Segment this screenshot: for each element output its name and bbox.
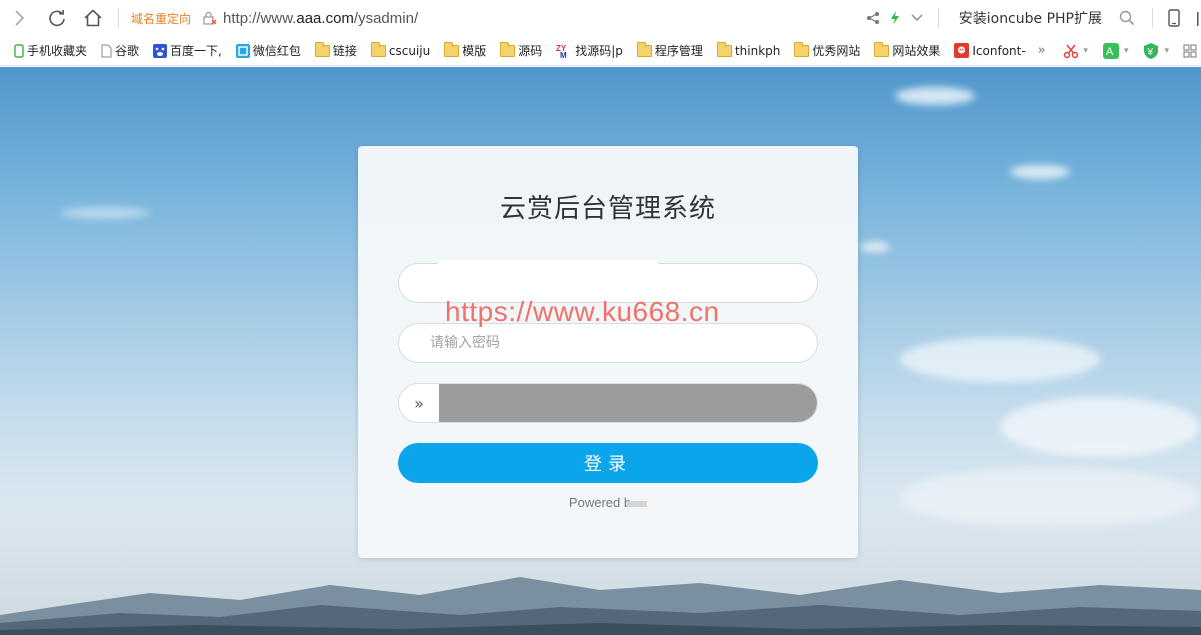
bookmark-item[interactable]: ZY M 找源码|p: [556, 42, 623, 59]
bookmark-label: 微信红包: [252, 44, 301, 58]
divider: [937, 8, 939, 28]
url-host: aaa.com: [296, 9, 354, 27]
bookmark-label: 程序管理: [654, 44, 703, 58]
bookmark-label: 手机收藏夹: [27, 44, 88, 58]
bookmark-label: cscuiju: [388, 43, 431, 58]
iconfont-icon: [954, 43, 970, 58]
wechat-icon: [235, 43, 250, 58]
bookmark-label: 找源码|p: [575, 44, 623, 58]
bookmark-item[interactable]: 源码: [500, 41, 543, 59]
bookmark-label: 优秀网站: [812, 44, 861, 58]
bookmarks-more-button[interactable]: »: [1038, 43, 1046, 58]
phone-icon: [14, 43, 24, 58]
divider: [118, 8, 119, 28]
insecure-lock-icon[interactable]: [203, 11, 217, 25]
search-box-text[interactable]: 安装ioncube PHP扩展: [959, 8, 1102, 28]
bookmark-label: 谷歌: [115, 44, 140, 58]
folder-icon: [314, 41, 330, 58]
bookmark-item[interactable]: 微信红包: [235, 42, 301, 59]
mobile-icon[interactable]: [1163, 7, 1185, 29]
reload-icon[interactable]: [42, 3, 72, 33]
svg-text:M: M: [560, 51, 567, 58]
bookmark-label: 百度一下,: [170, 44, 222, 58]
bookmark-item[interactable]: cscuiju: [370, 41, 431, 58]
bookmark-item[interactable]: thinkph: [716, 41, 781, 58]
bookmarks-tools: ▾ A ▾ ¥ ▾: [1063, 36, 1201, 66]
chevron-down-icon[interactable]: [906, 7, 928, 29]
bookmarks-bar: 手机收藏夹 谷歌 百度一下, 微信红包 链接 cscuiju 模版 源码 ZY M 找源码|p 程序管…: [0, 36, 1201, 66]
bookmark-item[interactable]: Iconfont-: [954, 43, 1026, 58]
page-background: 云赏后台管理系统 » 登录 Powered b: [0, 67, 1201, 635]
url-path: /ysadmin/: [353, 9, 419, 27]
bookmark-item[interactable]: 百度一下,: [153, 42, 222, 59]
divider: [1152, 8, 1153, 28]
bookmark-label: 链接: [332, 44, 357, 58]
folder-icon: [874, 41, 890, 58]
url-field[interactable]: http://www.aaa.com/ysadmin/: [223, 10, 418, 27]
translate-icon[interactable]: A ▾: [1102, 42, 1128, 60]
bookmark-label: 源码: [518, 44, 543, 58]
slide-verify[interactable]: »: [398, 383, 818, 423]
baidu-icon: [153, 43, 168, 58]
folder-icon: [370, 41, 386, 58]
bookmark-item[interactable]: 网站效果: [874, 41, 941, 59]
folder-icon: [716, 41, 732, 58]
bookmark-item[interactable]: 手机收藏夹: [14, 42, 87, 59]
grid-icon[interactable]: [1183, 44, 1197, 58]
page-title: 云赏后台管理系统: [499, 194, 716, 224]
svg-text:A: A: [1106, 46, 1114, 58]
bookmark-label: 模版: [462, 44, 487, 58]
zym-icon: ZY M: [556, 44, 572, 58]
watermark: https://www.ku668.cn: [445, 296, 720, 327]
bookmark-item[interactable]: 谷歌: [101, 42, 139, 59]
bookmark-label: thinkph: [734, 43, 781, 58]
password-input[interactable]: [398, 323, 818, 363]
redirect-label: 域名重定向: [131, 11, 192, 26]
address-bar-tools: 安装ioncube PHP扩展: [862, 0, 1201, 36]
url-prefix: http://www.: [223, 9, 297, 27]
bookmark-item[interactable]: 优秀网站: [794, 41, 861, 59]
login-card: 云赏后台管理系统 » 登录 Powered b: [358, 146, 858, 558]
forward-icon[interactable]: [4, 3, 34, 33]
home-icon[interactable]: [78, 3, 108, 33]
bookmark-item[interactable]: 链接: [314, 41, 357, 59]
slider-handle[interactable]: »: [399, 384, 439, 422]
mountains-image: [0, 577, 1201, 635]
bookmark-item[interactable]: 程序管理: [636, 41, 703, 59]
bookmark-item[interactable]: 模版: [444, 41, 487, 59]
folder-icon: [500, 41, 516, 58]
svg-text:¥: ¥: [1147, 47, 1154, 58]
menu-edge-icon[interactable]: [1193, 7, 1201, 29]
bookmark-label: Iconfont-: [972, 43, 1026, 58]
powered-text: Powered b: [568, 495, 632, 510]
powered-by: Powered b: [358, 495, 858, 510]
redaction-overlay: [438, 260, 658, 274]
lightning-icon[interactable]: [884, 7, 906, 29]
folder-icon: [444, 41, 460, 58]
folder-icon: [636, 41, 652, 58]
page-icon: [101, 44, 112, 58]
login-button[interactable]: 登录: [398, 443, 818, 483]
share-icon[interactable]: [862, 7, 884, 29]
bookmark-label: 网站效果: [892, 44, 941, 58]
scissors-icon[interactable]: ▾: [1063, 43, 1088, 59]
slider-track: [439, 384, 817, 422]
shield-yuan-icon[interactable]: ¥ ▾: [1142, 42, 1169, 60]
address-bar: 域名重定向 http://www.aaa.com/ysadmin/ 安装ionc…: [0, 0, 1201, 36]
search-icon[interactable]: [1116, 7, 1138, 29]
folder-icon: [794, 41, 810, 58]
